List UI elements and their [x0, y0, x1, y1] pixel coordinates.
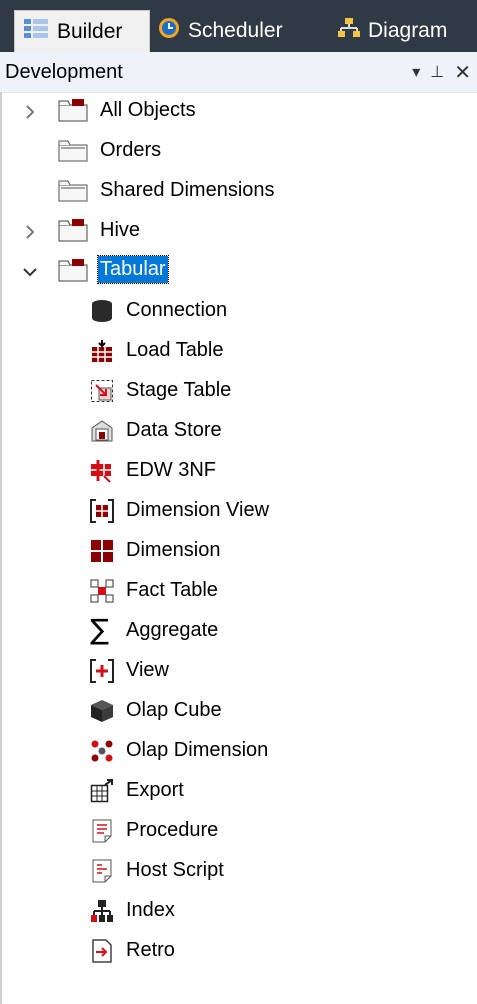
tree-item-label: Procedure: [126, 819, 219, 841]
tree-item-label: Index: [126, 899, 175, 921]
tree-item-label: Export: [126, 779, 184, 801]
document-tab-bar: Builder Scheduler Diagram: [0, 0, 477, 52]
tab-scheduler[interactable]: Scheduler: [150, 10, 310, 52]
tree-item-label: Olap Dimension: [126, 739, 269, 761]
dimension-view-icon: [90, 499, 114, 529]
view-icon: [90, 659, 114, 689]
stage-table-icon: [90, 379, 114, 409]
data-store-icon: [90, 419, 114, 449]
red-folder-icon: [58, 218, 88, 248]
tab-label: Scheduler: [188, 19, 283, 42]
retro-icon: [90, 939, 114, 969]
tree-item-label: View: [126, 659, 169, 681]
tree-item-label: Host Script: [126, 859, 224, 881]
tree-item-label: Dimension: [126, 539, 221, 561]
scheduler-icon: [158, 17, 180, 45]
olap-cube-icon: [90, 699, 114, 729]
export-icon: [90, 779, 114, 809]
load-table-icon: [90, 339, 114, 369]
close-icon[interactable]: ✕: [454, 60, 471, 85]
tab-label: Builder: [57, 19, 123, 43]
tab-diagram[interactable]: Diagram: [330, 10, 477, 52]
tree-item-label: Orders: [100, 139, 162, 161]
tree-item-label: Stage Table: [126, 379, 232, 401]
red-folder-icon: [58, 98, 88, 128]
index-icon: [90, 899, 114, 929]
olap-dimension-icon: [90, 739, 114, 769]
chevron-right-icon[interactable]: [21, 103, 39, 121]
host-script-icon: [90, 859, 114, 889]
pin-icon[interactable]: ⊥: [430, 62, 444, 82]
dropdown-icon[interactable]: ▾: [412, 62, 420, 82]
tab-builder[interactable]: Builder: [14, 10, 150, 52]
fact-table-icon: [90, 579, 114, 609]
tree-item-label-selected: Tabular: [97, 255, 169, 284]
chevron-down-icon[interactable]: [21, 263, 39, 281]
tree-item-label: Connection: [126, 299, 228, 321]
procedure-icon: [90, 819, 114, 849]
panel-title: Development: [5, 60, 123, 83]
tree-item-label: Olap Cube: [126, 699, 222, 721]
dimension-icon: [90, 539, 114, 569]
tree-item-label: Fact Table: [126, 579, 218, 601]
chevron-right-icon[interactable]: [21, 223, 39, 241]
tree-item-label: Retro: [126, 939, 175, 961]
tree-item-label: Shared Dimensions: [100, 179, 275, 201]
builder-icon: [23, 18, 49, 46]
aggregate-icon: ∑: [90, 613, 109, 646]
diagram-icon: [338, 17, 360, 45]
tree-item-label: Dimension View: [126, 499, 270, 521]
tree-item-label: Data Store: [126, 419, 222, 441]
red-folder-icon: [58, 258, 88, 288]
folder-icon: [58, 138, 88, 168]
tree-item-label: EDW 3NF: [126, 459, 216, 481]
object-tree: All Objects Orders Shared Dimensions Hiv…: [0, 92, 477, 1004]
tree-item-label: Aggregate: [126, 619, 219, 641]
tree-item-label: All Objects: [100, 99, 196, 121]
panel-header: Development ▾ ⊥ ✕: [0, 52, 477, 93]
folder-icon: [58, 178, 88, 208]
tree-item-label: Hive: [100, 219, 141, 241]
connection-icon: [90, 299, 114, 329]
tab-label: Diagram: [368, 19, 448, 42]
tree-item-label: Load Table: [126, 339, 224, 361]
edw-3nf-icon: [90, 459, 114, 489]
